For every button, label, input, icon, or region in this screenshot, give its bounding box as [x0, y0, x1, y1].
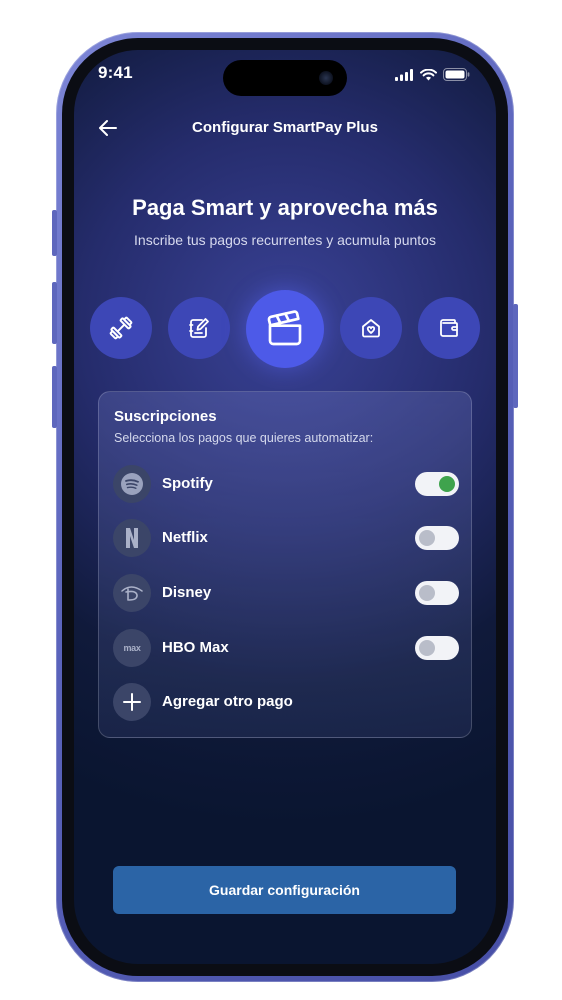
action-button	[52, 210, 57, 256]
status-time: 9:41	[98, 63, 133, 82]
dumbbell-icon	[109, 316, 133, 340]
subscription-label: Disney	[162, 584, 212, 601]
add-payment-button[interactable]	[113, 683, 151, 721]
netflix-logo	[113, 519, 151, 557]
camera-icon	[319, 71, 333, 85]
home-heart-icon	[362, 319, 380, 338]
card-title: Suscripciones	[114, 408, 217, 425]
power-button	[513, 304, 518, 408]
subscription-label: Spotify	[162, 475, 213, 492]
category-fitness-button[interactable]	[90, 297, 152, 359]
page-subtitle: Inscribe tus pagos recurrentes y acumula…	[134, 232, 436, 248]
clapperboard-icon	[267, 310, 302, 346]
wifi-icon	[420, 68, 437, 80]
subscriptions-card: Suscripciones Selecciona los pagos que q…	[98, 391, 472, 738]
status-icons	[395, 68, 470, 81]
app-screen: 9:41 Configurar SmartPay Plus Paga Smart…	[74, 50, 496, 964]
toggle-knob	[439, 476, 455, 492]
toggle-knob	[419, 585, 435, 601]
subscription-row-spotify: Spotify	[113, 464, 459, 504]
device-stage: 9:41 Configurar SmartPay Plus Paga Smart…	[0, 0, 562, 1000]
wallet-icon	[440, 319, 458, 337]
disney-icon	[121, 586, 143, 601]
save-configuration-button[interactable]: Guardar configuración	[113, 866, 456, 914]
max-logo: max	[113, 629, 151, 667]
cellular-signal-icon	[395, 68, 413, 81]
volume-up-button	[52, 282, 57, 344]
add-payment-label[interactable]: Agregar otro pago	[162, 693, 293, 710]
spotify-icon	[121, 473, 143, 495]
plus-icon	[123, 693, 141, 711]
category-education-button[interactable]	[168, 297, 230, 359]
spotify-logo	[113, 465, 151, 503]
notebook-edit-icon	[189, 318, 209, 338]
subscription-row-disney: Disney	[113, 573, 459, 613]
netflix-icon	[126, 528, 138, 548]
nav-title: Configurar SmartPay Plus	[192, 119, 378, 136]
card-subtitle: Selecciona los pagos que quieres automat…	[114, 431, 374, 445]
subscription-label: HBO Max	[162, 639, 229, 656]
subscription-row-netflix: Netflix	[113, 518, 459, 558]
toggle-knob	[419, 640, 435, 656]
disney-toggle[interactable]	[415, 581, 459, 605]
battery-icon	[443, 68, 470, 81]
hbo-max-toggle[interactable]	[415, 636, 459, 660]
add-payment-row[interactable]: Agregar otro pago	[113, 682, 459, 722]
category-wallet-button[interactable]	[418, 297, 480, 359]
spotify-toggle[interactable]	[415, 472, 459, 496]
page-title: Paga Smart y aprovecha más	[132, 195, 438, 220]
dynamic-island	[223, 60, 347, 96]
max-logo-text: max	[123, 643, 141, 653]
subscription-label: Netflix	[162, 529, 208, 546]
volume-down-button	[52, 366, 57, 428]
subscription-row-hbo-max: max HBO Max	[113, 628, 459, 668]
category-home-button[interactable]	[340, 297, 402, 359]
netflix-toggle[interactable]	[415, 526, 459, 550]
category-entertainment-button[interactable]	[246, 290, 324, 368]
disney-logo	[113, 574, 151, 612]
toggle-knob	[419, 530, 435, 546]
